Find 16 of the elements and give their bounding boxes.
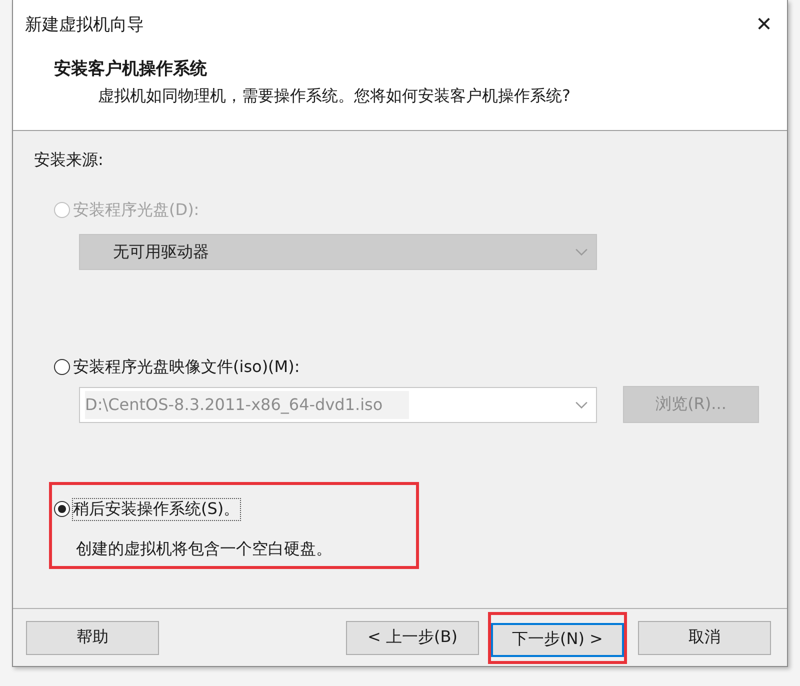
back-button[interactable]: < 上一步(B) (346, 620, 479, 654)
radio-button[interactable] (54, 501, 70, 517)
page-description: 虚拟机如同物理机，需要操作系统。您将如何安装客户机操作系统? (98, 85, 572, 107)
option-label[interactable]: 安装程序光盘映像文件(iso)(M): (73, 356, 300, 378)
option-label[interactable]: 稍后安装操作系统(S)。 (73, 498, 240, 520)
chevron-down-icon (575, 248, 588, 256)
chevron-down-icon (575, 401, 588, 409)
page-title: 安装客户机操作系统 (54, 58, 207, 80)
close-button[interactable]: ✕ (741, 4, 787, 44)
cancel-button[interactable]: 取消 (638, 620, 771, 654)
section-label: 安装来源: (34, 150, 104, 170)
radio-button[interactable] (54, 359, 70, 375)
option-description: 创建的虚拟机将包含一个空白硬盘。 (76, 539, 332, 559)
help-button[interactable]: 帮助 (26, 620, 159, 654)
next-button[interactable]: 下一步(N) > (491, 622, 624, 656)
window-title: 新建虚拟机向导 (25, 14, 144, 36)
